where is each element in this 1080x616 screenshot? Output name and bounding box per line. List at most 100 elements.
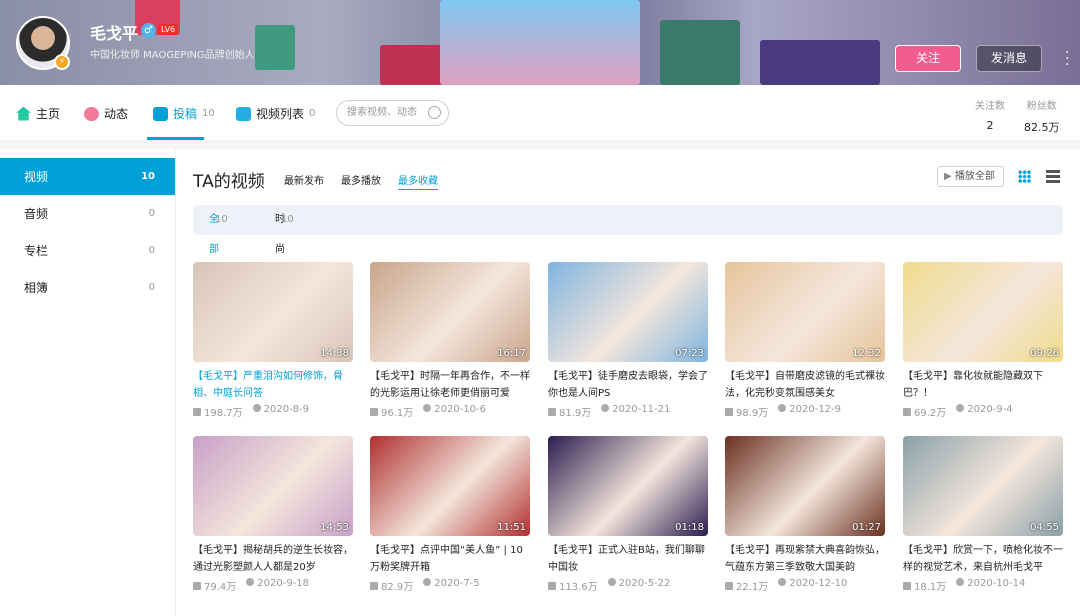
video-thumbnail[interactable]: 07:23	[548, 262, 708, 362]
sidebar-item-count: 0	[148, 208, 155, 219]
search-icon[interactable]	[428, 106, 441, 119]
video-title[interactable]: 【毛戈平】自带磨皮滤镜的毛式裸妆法，化完秒变氛围感美女	[725, 368, 885, 402]
video-card[interactable]: 11:51 【毛戈平】点评中国“美人鱼” | 10万粉奖牌开箱 82.9万 202…	[370, 436, 530, 593]
video-duration: 07:23	[675, 348, 704, 359]
video-title[interactable]: 【毛戈平】揭秘胡兵的逆生长妆容，通过光影塑颜人人都是20岁	[193, 542, 353, 576]
video-thumbnail[interactable]: 01:27	[725, 436, 885, 536]
fans-stat[interactable]: 粉丝数 82.5万	[1024, 97, 1060, 135]
grid-view-icon[interactable]	[1018, 170, 1031, 183]
upload-date-value: 2020-9-18	[257, 578, 310, 589]
play-icon	[548, 582, 556, 590]
play-count-value: 18.1万	[914, 582, 947, 593]
play-count: 22.1万	[725, 578, 768, 593]
sidebar-item-label: 相簿	[24, 281, 49, 295]
play-count-value: 96.1万	[381, 408, 414, 419]
video-title[interactable]: 【毛戈平】时隔一年再合作，不一样的光影运用让徐老师更俏丽可爱	[370, 368, 530, 402]
play-all-button[interactable]: ▶ 播放全部	[937, 166, 1004, 187]
video-card[interactable]: 14:38 【毛戈平】严重泪沟如何修饰，骨相、中庭长问答 198.7万 2020-…	[193, 262, 353, 419]
fans-label: 粉丝数	[1026, 101, 1057, 112]
list-view-icon[interactable]	[1046, 170, 1060, 183]
tab-home[interactable]: 主页	[16, 105, 60, 122]
video-title[interactable]: 【毛戈平】点评中国“美人鱼” | 10万粉奖牌开箱	[370, 542, 530, 576]
clock-icon	[956, 578, 965, 586]
video-title[interactable]: 【毛戈平】正式入驻B站，我们聊聊中国妆	[548, 542, 708, 576]
play-count-value: 113.6万	[559, 582, 598, 593]
video-card[interactable]: 01:18 【毛戈平】正式入驻B站，我们聊聊中国妆 113.6万 2020-5-2…	[548, 436, 708, 593]
video-thumbnail[interactable]: 16:17	[370, 262, 530, 362]
video-thumbnail[interactable]: 11:51	[370, 436, 530, 536]
sidebar-item-audio[interactable]: 音频 0	[0, 195, 175, 232]
video-duration: 01:27	[852, 522, 881, 533]
video-thumbnail[interactable]: 14:53	[193, 436, 353, 536]
upload-date-value: 2020-9-4	[967, 404, 1013, 415]
upload-date-value: 2020-5-22	[618, 578, 671, 589]
filter-count: 10	[215, 214, 228, 225]
sidebar-item-album[interactable]: 相簿 0	[0, 269, 175, 306]
message-button[interactable]: 发消息	[976, 45, 1042, 72]
video-card[interactable]: 07:23 【毛戈平】徒手磨皮去眼袋，学会了你也是人间PS 81.9万 2020-…	[548, 262, 708, 419]
upload-date: 2020-10-14	[956, 578, 1025, 593]
more-icon[interactable]: · · ·	[1065, 46, 1069, 72]
video-duration: 09:26	[1030, 348, 1059, 359]
clock-icon	[246, 578, 255, 586]
video-duration: 12:32	[852, 348, 881, 359]
sort-most-favorited[interactable]: 最多收藏	[398, 172, 438, 190]
search-placeholder: 搜索视频、动态	[347, 107, 417, 118]
sidebar-item-label: 音频	[24, 207, 49, 221]
following-stat[interactable]: 关注数 2	[975, 97, 1005, 132]
tab-count: 0	[309, 108, 316, 119]
video-thumbnail[interactable]: 12:32	[725, 262, 885, 362]
follow-button[interactable]: 关注	[895, 45, 961, 72]
category-filter: 全部 10 时尚 10	[193, 205, 1063, 255]
dynamic-icon	[84, 106, 99, 121]
upload-date: 2020-11-21	[601, 404, 670, 419]
upload-date: 2020-12-10	[778, 578, 847, 593]
tab-dynamic[interactable]: 动态	[84, 105, 128, 122]
video-card[interactable]: 04:55 【毛戈平】欣赏一下，喷枪化妆不一样的视觉艺术，来自杭州毛戈平 18.…	[903, 436, 1063, 593]
video-duration: 01:18	[675, 522, 704, 533]
upload-date-value: 2020-12-9	[789, 404, 842, 415]
upload-date-value: 2020-8-9	[263, 404, 310, 415]
sort-newest[interactable]: 最新发布	[284, 172, 324, 187]
sort-most-played[interactable]: 最多播放	[341, 172, 381, 187]
video-title[interactable]: 【毛戈平】再现紫禁大典喜韵恢弘，气蕴东方第三季致敬大国美韵	[725, 542, 885, 576]
home-icon	[16, 106, 31, 121]
video-thumbnail[interactable]: 09:26	[903, 262, 1063, 362]
video-card[interactable]: 09:26 【毛戈平】靠化妆就能隐藏双下巴？！ 69.2万 2020-9-4	[903, 262, 1063, 419]
sidebar-item-video[interactable]: 视频 10	[0, 158, 175, 195]
tab-label: 视频列表	[256, 107, 305, 121]
tab-video-list[interactable]: 视频列表 0	[236, 105, 315, 122]
play-icon	[725, 408, 733, 416]
clock-icon	[778, 578, 787, 586]
video-title[interactable]: 【毛戈平】徒手磨皮去眼袋，学会了你也是人间PS	[548, 368, 708, 402]
tab-label: 主页	[36, 107, 61, 121]
play-count-value: 81.9万	[559, 408, 592, 419]
upload-date: 2020-9-4	[956, 404, 1013, 419]
video-duration: 14:38	[320, 348, 349, 359]
play-count: 81.9万	[548, 404, 591, 419]
video-card[interactable]: 12:32 【毛戈平】自带磨皮滤镜的毛式裸妆法，化完秒变氛围感美女 98.9万 2…	[725, 262, 885, 419]
upload-date-value: 2020-12-10	[789, 578, 848, 589]
video-card[interactable]: 16:17 【毛戈平】时隔一年再合作，不一样的光影运用让徐老师更俏丽可爱 96.…	[370, 262, 530, 419]
upload-date: 2020-7-5	[423, 578, 480, 593]
video-duration: 04:55	[1030, 522, 1059, 533]
filter-count: 10	[281, 214, 294, 225]
video-thumbnail[interactable]: 14:38	[193, 262, 353, 362]
video-thumbnail[interactable]: 01:18	[548, 436, 708, 536]
video-title[interactable]: 【毛戈平】严重泪沟如何修饰，骨相、中庭长问答	[193, 368, 353, 402]
tab-uploads[interactable]: 投稿 10	[153, 105, 215, 122]
sidebar-item-article[interactable]: 专栏 0	[0, 232, 175, 269]
video-title[interactable]: 【毛戈平】靠化妆就能隐藏双下巴？！	[903, 368, 1063, 402]
sidebar-item-count: 10	[141, 171, 155, 182]
following-count: 2	[986, 119, 994, 132]
play-count: 98.9万	[725, 404, 768, 419]
play-count: 96.1万	[370, 404, 413, 419]
video-card[interactable]: 14:53 【毛戈平】揭秘胡兵的逆生长妆容，通过光影塑颜人人都是20岁 79.4…	[193, 436, 353, 593]
play-count-value: 82.9万	[381, 582, 414, 593]
video-thumbnail[interactable]: 04:55	[903, 436, 1063, 536]
search-input[interactable]: 搜索视频、动态	[336, 100, 449, 126]
video-card[interactable]: 01:27 【毛戈平】再现紫禁大典喜韵恢弘，气蕴东方第三季致敬大国美韵 22.1…	[725, 436, 885, 593]
banner-decoration	[760, 40, 880, 85]
play-icon	[193, 408, 201, 416]
video-title[interactable]: 【毛戈平】欣赏一下，喷枪化妆不一样的视觉艺术，来自杭州毛戈平	[903, 542, 1063, 576]
